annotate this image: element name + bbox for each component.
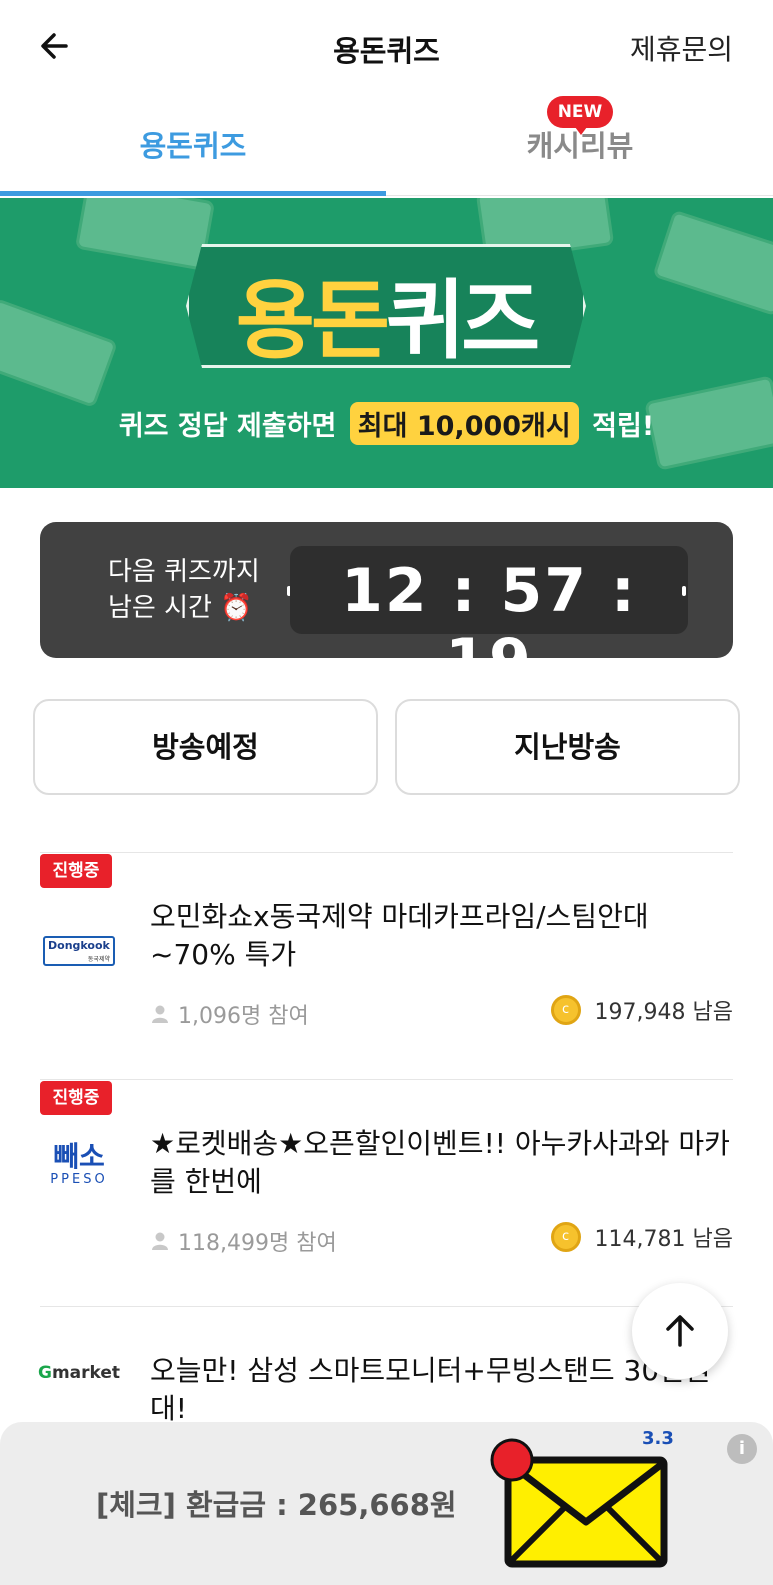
upcoming-broadcast-button[interactable]: 방송예정	[33, 699, 378, 795]
arrow-up-icon	[666, 1315, 694, 1347]
quiz-list-item[interactable]: 진행중 빼소 PPESO ★로켓배송★오픈할인이벤트!! 아누카사과와 마카를 …	[0, 1079, 773, 1305]
coin-icon: c	[550, 995, 581, 1025]
banner-subtitle-highlight: 최대 10,000캐시	[349, 402, 579, 445]
participant-text: 1,096명 참여	[178, 1004, 309, 1029]
partner-inquiry-link[interactable]: 제휴문의	[630, 28, 733, 68]
logo-text-g: G	[37, 1363, 52, 1383]
logo-subtext: 동국제약	[87, 956, 110, 963]
money-decoration	[0, 297, 119, 409]
logo-subtext: PPESO	[50, 1171, 108, 1187]
participant-text: 118,499명 참여	[178, 1231, 337, 1256]
timer-value: 12 : 57 : 19	[341, 556, 637, 696]
participant-count: 1,096명 참여	[150, 998, 309, 1030]
active-tab-indicator	[0, 191, 386, 196]
timer-label-line1: 다음 퀴즈까지	[108, 557, 260, 587]
app-header: 용돈퀴즈 제휴문의	[0, 0, 773, 96]
person-icon	[152, 1232, 168, 1250]
quiz-title: 오늘만! 삼성 스마트모니터+무빙스탠드 30만원대!	[150, 1354, 711, 1425]
envelope-icon	[490, 1438, 668, 1568]
scroll-to-top-button[interactable]	[632, 1283, 728, 1379]
banner-logo: 용돈퀴즈	[186, 250, 586, 375]
banner-logo-part2: 퀴즈	[386, 271, 540, 371]
status-badge: 진행중	[40, 1081, 112, 1115]
participant-count: 118,499명 참여	[150, 1225, 337, 1257]
countdown-timer: 다음 퀴즈까지 남은 시간 ⏰ 12 : 57 : 19	[40, 522, 733, 696]
remaining-cash: c 114,781 남음	[550, 1221, 733, 1253]
status-badge: 진행중	[40, 854, 112, 888]
timer-panel: 12 : 57 : 19	[290, 546, 688, 696]
tab-quiz[interactable]: 용돈퀴즈	[0, 96, 386, 196]
timer-dot	[682, 586, 686, 596]
timer-label-line2: 남은 시간 ⏰	[108, 593, 253, 623]
ad-text: [체크] 환급금 : 265,668원	[96, 1488, 457, 1522]
remaining-cash: c 197,948 남음	[550, 994, 733, 1026]
quiz-title: ★로켓배송★오픈할인이벤트!! 아누카사과와 마카를 한번에	[150, 1127, 730, 1198]
logo-text: Dongkook	[48, 939, 110, 952]
banner-subtitle: 퀴즈 정답 제출하면 최대 10,000캐시 적립!	[0, 402, 773, 445]
logo-text: 빼소	[53, 1139, 105, 1173]
ad-banner[interactable]: [체크] 환급금 : 265,668원 3.3 i	[0, 1422, 773, 1585]
remaining-text: 114,781 남음	[594, 1227, 733, 1252]
timer-label: 다음 퀴즈까지 남은 시간 ⏰	[108, 554, 260, 626]
banner-subtitle-suffix: 적립!	[592, 411, 655, 442]
info-icon[interactable]: i	[727, 1434, 757, 1464]
tab-bar: 용돈퀴즈 캐시리뷰	[0, 96, 773, 196]
banner-subtitle-prefix: 퀴즈 정답 제출하면	[118, 411, 337, 442]
remaining-text: 197,948 남음	[594, 1000, 733, 1025]
gmarket-logo: Gmarket	[37, 1334, 121, 1412]
banner-logo-part1: 용돈	[235, 271, 390, 371]
logo-text: market	[51, 1363, 121, 1383]
ppeso-logo: 빼소 PPESO	[40, 1125, 118, 1203]
coin-icon: c	[550, 1222, 581, 1252]
money-decoration	[652, 209, 773, 317]
quiz-title: 오민화쇼x동국제약 마데카프라임/스팀안대 ~70% 특가	[150, 900, 649, 971]
quiz-list-item[interactable]: 진행중 Dongkook 동국제약 오민화쇼x동국제약 마데카프라임/스팀안대 …	[0, 852, 773, 1078]
person-icon	[152, 1005, 168, 1023]
new-badge: NEW	[547, 96, 613, 135]
dongkook-logo: Dongkook 동국제약	[40, 912, 118, 990]
past-broadcast-button[interactable]: 지난방송	[395, 699, 740, 795]
quiz-banner[interactable]: 용돈퀴즈 퀴즈 정답 제출하면 최대 10,000캐시 적립!	[0, 198, 773, 488]
